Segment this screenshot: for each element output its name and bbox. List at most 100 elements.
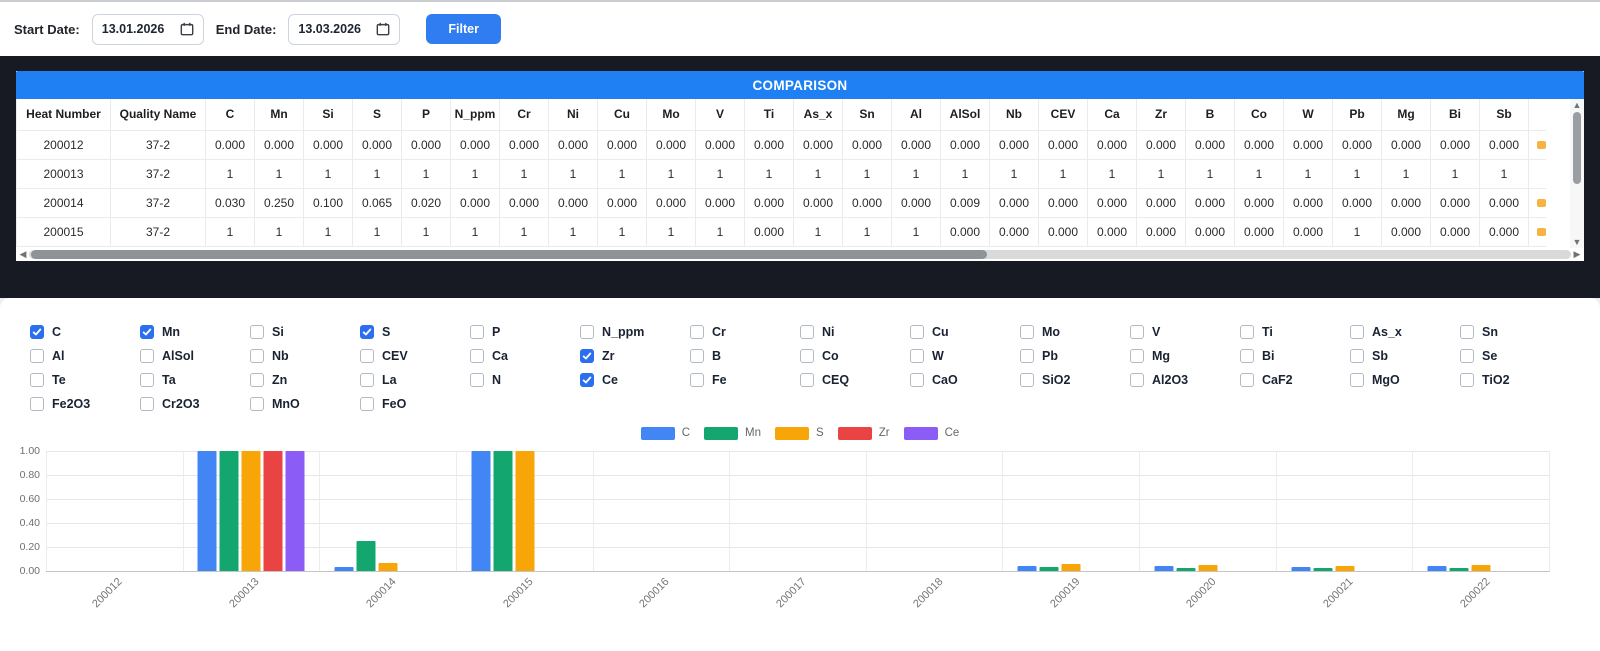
unchecked-checkbox-Nb[interactable] [250, 349, 264, 363]
calendar-icon[interactable] [376, 22, 390, 36]
unchecked-checkbox-CaF2[interactable] [1240, 373, 1254, 387]
checkbox-item-MgO[interactable]: MgO [1350, 372, 1460, 387]
unchecked-checkbox-Cr2O3[interactable] [140, 397, 154, 411]
legend-item-Mn[interactable]: Mn [704, 427, 761, 440]
checkbox-item-SiO2[interactable]: SiO2 [1020, 372, 1130, 387]
end-date-field[interactable] [288, 14, 400, 45]
checkbox-item-Mn[interactable]: Mn [140, 324, 250, 339]
unchecked-checkbox-W[interactable] [910, 349, 924, 363]
unchecked-checkbox-SiO2[interactable] [1020, 373, 1034, 387]
checkbox-item-Ca[interactable]: Ca [470, 348, 580, 363]
checkbox-item-Sb[interactable]: Sb [1350, 348, 1460, 363]
vertical-scrollbar-thumb[interactable] [1573, 112, 1581, 184]
checkbox-item-Al2O3[interactable]: Al2O3 [1130, 372, 1240, 387]
unchecked-checkbox-CEQ[interactable] [800, 373, 814, 387]
unchecked-checkbox-Te[interactable] [30, 373, 44, 387]
unchecked-checkbox-Co[interactable] [800, 349, 814, 363]
filter-button[interactable]: Filter [426, 14, 501, 44]
scroll-down-icon[interactable]: ▼ [1572, 237, 1582, 247]
comparison-table-viewport[interactable]: Heat NumberQuality NameCMnSiSPN_ppmCrNiC… [16, 99, 1570, 248]
unchecked-checkbox-MnO[interactable] [250, 397, 264, 411]
checkbox-item-Fe2O3[interactable]: Fe2O3 [30, 396, 140, 411]
unchecked-checkbox-Mo[interactable] [1020, 325, 1034, 339]
start-date-input[interactable] [102, 22, 180, 36]
unchecked-checkbox-N_ppm[interactable] [580, 325, 594, 339]
checkbox-item-Ti[interactable]: Ti [1240, 324, 1350, 339]
checkbox-item-Sn[interactable]: Sn [1460, 324, 1570, 339]
checkbox-item-La[interactable]: La [360, 372, 470, 387]
unchecked-checkbox-TiO2[interactable] [1460, 373, 1474, 387]
unchecked-checkbox-FeO[interactable] [360, 397, 374, 411]
checkbox-item-TiO2[interactable]: TiO2 [1460, 372, 1570, 387]
unchecked-checkbox-Zn[interactable] [250, 373, 264, 387]
checked-checkbox-S[interactable] [360, 325, 374, 339]
checkbox-item-CaF2[interactable]: CaF2 [1240, 372, 1350, 387]
unchecked-checkbox-Bi[interactable] [1240, 349, 1254, 363]
unchecked-checkbox-Sb[interactable] [1350, 349, 1364, 363]
checkbox-item-Ni[interactable]: Ni [800, 324, 910, 339]
unchecked-checkbox-Fe2O3[interactable] [30, 397, 44, 411]
checked-checkbox-Mn[interactable] [140, 325, 154, 339]
checkbox-item-C[interactable]: C [30, 324, 140, 339]
unchecked-checkbox-CEV[interactable] [360, 349, 374, 363]
unchecked-checkbox-Si[interactable] [250, 325, 264, 339]
checkbox-item-N_ppm[interactable]: N_ppm [580, 324, 690, 339]
legend-item-Zr[interactable]: Zr [838, 427, 890, 440]
checkbox-item-CEQ[interactable]: CEQ [800, 372, 910, 387]
checkbox-item-CEV[interactable]: CEV [360, 348, 470, 363]
checkbox-item-Al[interactable]: Al [30, 348, 140, 363]
checkbox-item-N[interactable]: N [470, 372, 580, 387]
horizontal-scrollbar-thumb[interactable] [31, 250, 987, 259]
horizontal-scrollbar[interactable]: ◀ ▶ [16, 248, 1584, 261]
unchecked-checkbox-Cr[interactable] [690, 325, 704, 339]
checkbox-item-CaO[interactable]: CaO [910, 372, 1020, 387]
checkbox-item-Mg[interactable]: Mg [1130, 348, 1240, 363]
unchecked-checkbox-Pb[interactable] [1020, 349, 1034, 363]
end-date-input[interactable] [298, 22, 376, 36]
unchecked-checkbox-Fe[interactable] [690, 373, 704, 387]
unchecked-checkbox-Al2O3[interactable] [1130, 373, 1144, 387]
unchecked-checkbox-La[interactable] [360, 373, 374, 387]
checkbox-item-Cr[interactable]: Cr [690, 324, 800, 339]
unchecked-checkbox-Mg[interactable] [1130, 349, 1144, 363]
unchecked-checkbox-B[interactable] [690, 349, 704, 363]
checkbox-item-Mo[interactable]: Mo [1020, 324, 1130, 339]
checkbox-item-MnO[interactable]: MnO [250, 396, 360, 411]
unchecked-checkbox-Sn[interactable] [1460, 325, 1474, 339]
checkbox-item-AlSol[interactable]: AlSol [140, 348, 250, 363]
start-date-field[interactable] [92, 14, 204, 45]
checkbox-item-FeO[interactable]: FeO [360, 396, 470, 411]
legend-item-C[interactable]: C [641, 427, 690, 440]
unchecked-checkbox-Ni[interactable] [800, 325, 814, 339]
scroll-left-icon[interactable]: ◀ [17, 249, 29, 260]
checked-checkbox-C[interactable] [30, 325, 44, 339]
checkbox-item-Fe[interactable]: Fe [690, 372, 800, 387]
checkbox-item-As_x[interactable]: As_x [1350, 324, 1460, 339]
calendar-icon[interactable] [180, 22, 194, 36]
checkbox-item-Cr2O3[interactable]: Cr2O3 [140, 396, 250, 411]
unchecked-checkbox-Se[interactable] [1460, 349, 1474, 363]
checkbox-item-Se[interactable]: Se [1460, 348, 1570, 363]
checkbox-item-Pb[interactable]: Pb [1020, 348, 1130, 363]
checkbox-item-Ta[interactable]: Ta [140, 372, 250, 387]
unchecked-checkbox-Ta[interactable] [140, 373, 154, 387]
checkbox-item-Cu[interactable]: Cu [910, 324, 1020, 339]
legend-item-Ce[interactable]: Ce [904, 427, 960, 440]
scroll-right-icon[interactable]: ▶ [1571, 249, 1583, 260]
unchecked-checkbox-V[interactable] [1130, 325, 1144, 339]
checkbox-item-Zr[interactable]: Zr [580, 348, 690, 363]
unchecked-checkbox-AlSol[interactable] [140, 349, 154, 363]
unchecked-checkbox-Cu[interactable] [910, 325, 924, 339]
checkbox-item-B[interactable]: B [690, 348, 800, 363]
unchecked-checkbox-Al[interactable] [30, 349, 44, 363]
checked-checkbox-Ce[interactable] [580, 373, 594, 387]
unchecked-checkbox-As_x[interactable] [1350, 325, 1364, 339]
checkbox-item-W[interactable]: W [910, 348, 1020, 363]
unchecked-checkbox-MgO[interactable] [1350, 373, 1364, 387]
checkbox-item-Bi[interactable]: Bi [1240, 348, 1350, 363]
checkbox-item-Zn[interactable]: Zn [250, 372, 360, 387]
checkbox-item-Te[interactable]: Te [30, 372, 140, 387]
checkbox-item-Co[interactable]: Co [800, 348, 910, 363]
checkbox-item-S[interactable]: S [360, 324, 470, 339]
unchecked-checkbox-CaO[interactable] [910, 373, 924, 387]
